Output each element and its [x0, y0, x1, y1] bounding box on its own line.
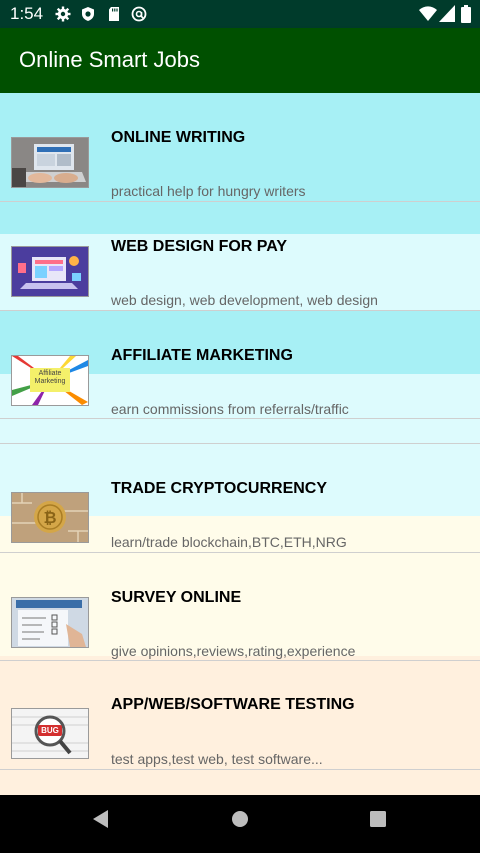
item-subtitle: practical help for hungry writers — [111, 183, 306, 199]
list-item-web-design[interactable]: WEB DESIGN FOR PAY web design, web devel… — [0, 202, 480, 311]
item-subtitle: earn commissions from referrals/traffic — [111, 401, 349, 417]
item-title: APP/WEB/SOFTWARE TESTING — [111, 696, 355, 713]
signal-icon — [439, 5, 455, 22]
status-time: 1:54 — [10, 4, 44, 23]
list-item-trade-cryptocurrency[interactable]: ₿ TRADE CRYPTOCURRENCY learn/trade block… — [0, 444, 480, 553]
bug-magnifier-image: BUG — [11, 708, 89, 759]
list-item-software-testing[interactable]: BUG APP/WEB/SOFTWARE TESTING test apps,t… — [0, 662, 480, 771]
item-subtitle: give opinions,reviews,rating,experience — [111, 643, 356, 659]
item-title: WEB DESIGN FOR PAY — [111, 238, 288, 255]
item-subtitle: test apps,test web, test software... — [111, 751, 323, 767]
app-title: Online Smart Jobs — [19, 47, 200, 72]
thumb-caption: BUG — [41, 726, 59, 735]
svg-text:₿: ₿ — [43, 508, 56, 527]
recents-icon[interactable] — [369, 809, 387, 829]
list-item-affiliate-marketing[interactable]: Affiliate Marketing AFFILIATE MARKETING … — [0, 311, 480, 420]
home-icon[interactable] — [231, 809, 249, 829]
item-title: SURVEY ONLINE — [111, 589, 242, 606]
list-item-online-writing[interactable]: ONLINE WRITING practical help for hungry… — [0, 93, 480, 202]
back-icon[interactable] — [91, 809, 109, 829]
web-design-illustration-image — [11, 246, 89, 297]
battery-icon — [461, 5, 471, 23]
wifi-icon — [419, 6, 437, 21]
status-bar: 1:54 — [0, 0, 480, 28]
app-bar: Online Smart Jobs — [0, 28, 480, 93]
sd-card-icon — [109, 7, 119, 21]
list-item-survey-online[interactable]: SURVEY ONLINE give opinions,reviews,rati… — [0, 553, 480, 662]
thumb-caption: Affiliate Marketing — [34, 370, 66, 385]
item-title: AFFILIATE MARKETING — [111, 347, 293, 364]
item-title: TRADE CRYPTOCURRENCY — [111, 480, 328, 497]
item-subtitle: web design, web development, web design — [111, 292, 378, 308]
survey-form-image — [11, 597, 89, 648]
shield-icon — [82, 7, 94, 21]
circle-a-icon — [131, 6, 147, 22]
affiliate-marketing-image: Affiliate Marketing — [11, 355, 89, 406]
gear-icon — [55, 6, 71, 22]
bitcoin-coin-image: ₿ — [11, 492, 89, 543]
laptop-typing-image — [11, 137, 89, 188]
item-title: ONLINE WRITING — [111, 129, 246, 146]
item-subtitle: learn/trade blockchain,BTC,ETH,NRG — [111, 534, 347, 550]
navigation-bar — [0, 795, 480, 853]
